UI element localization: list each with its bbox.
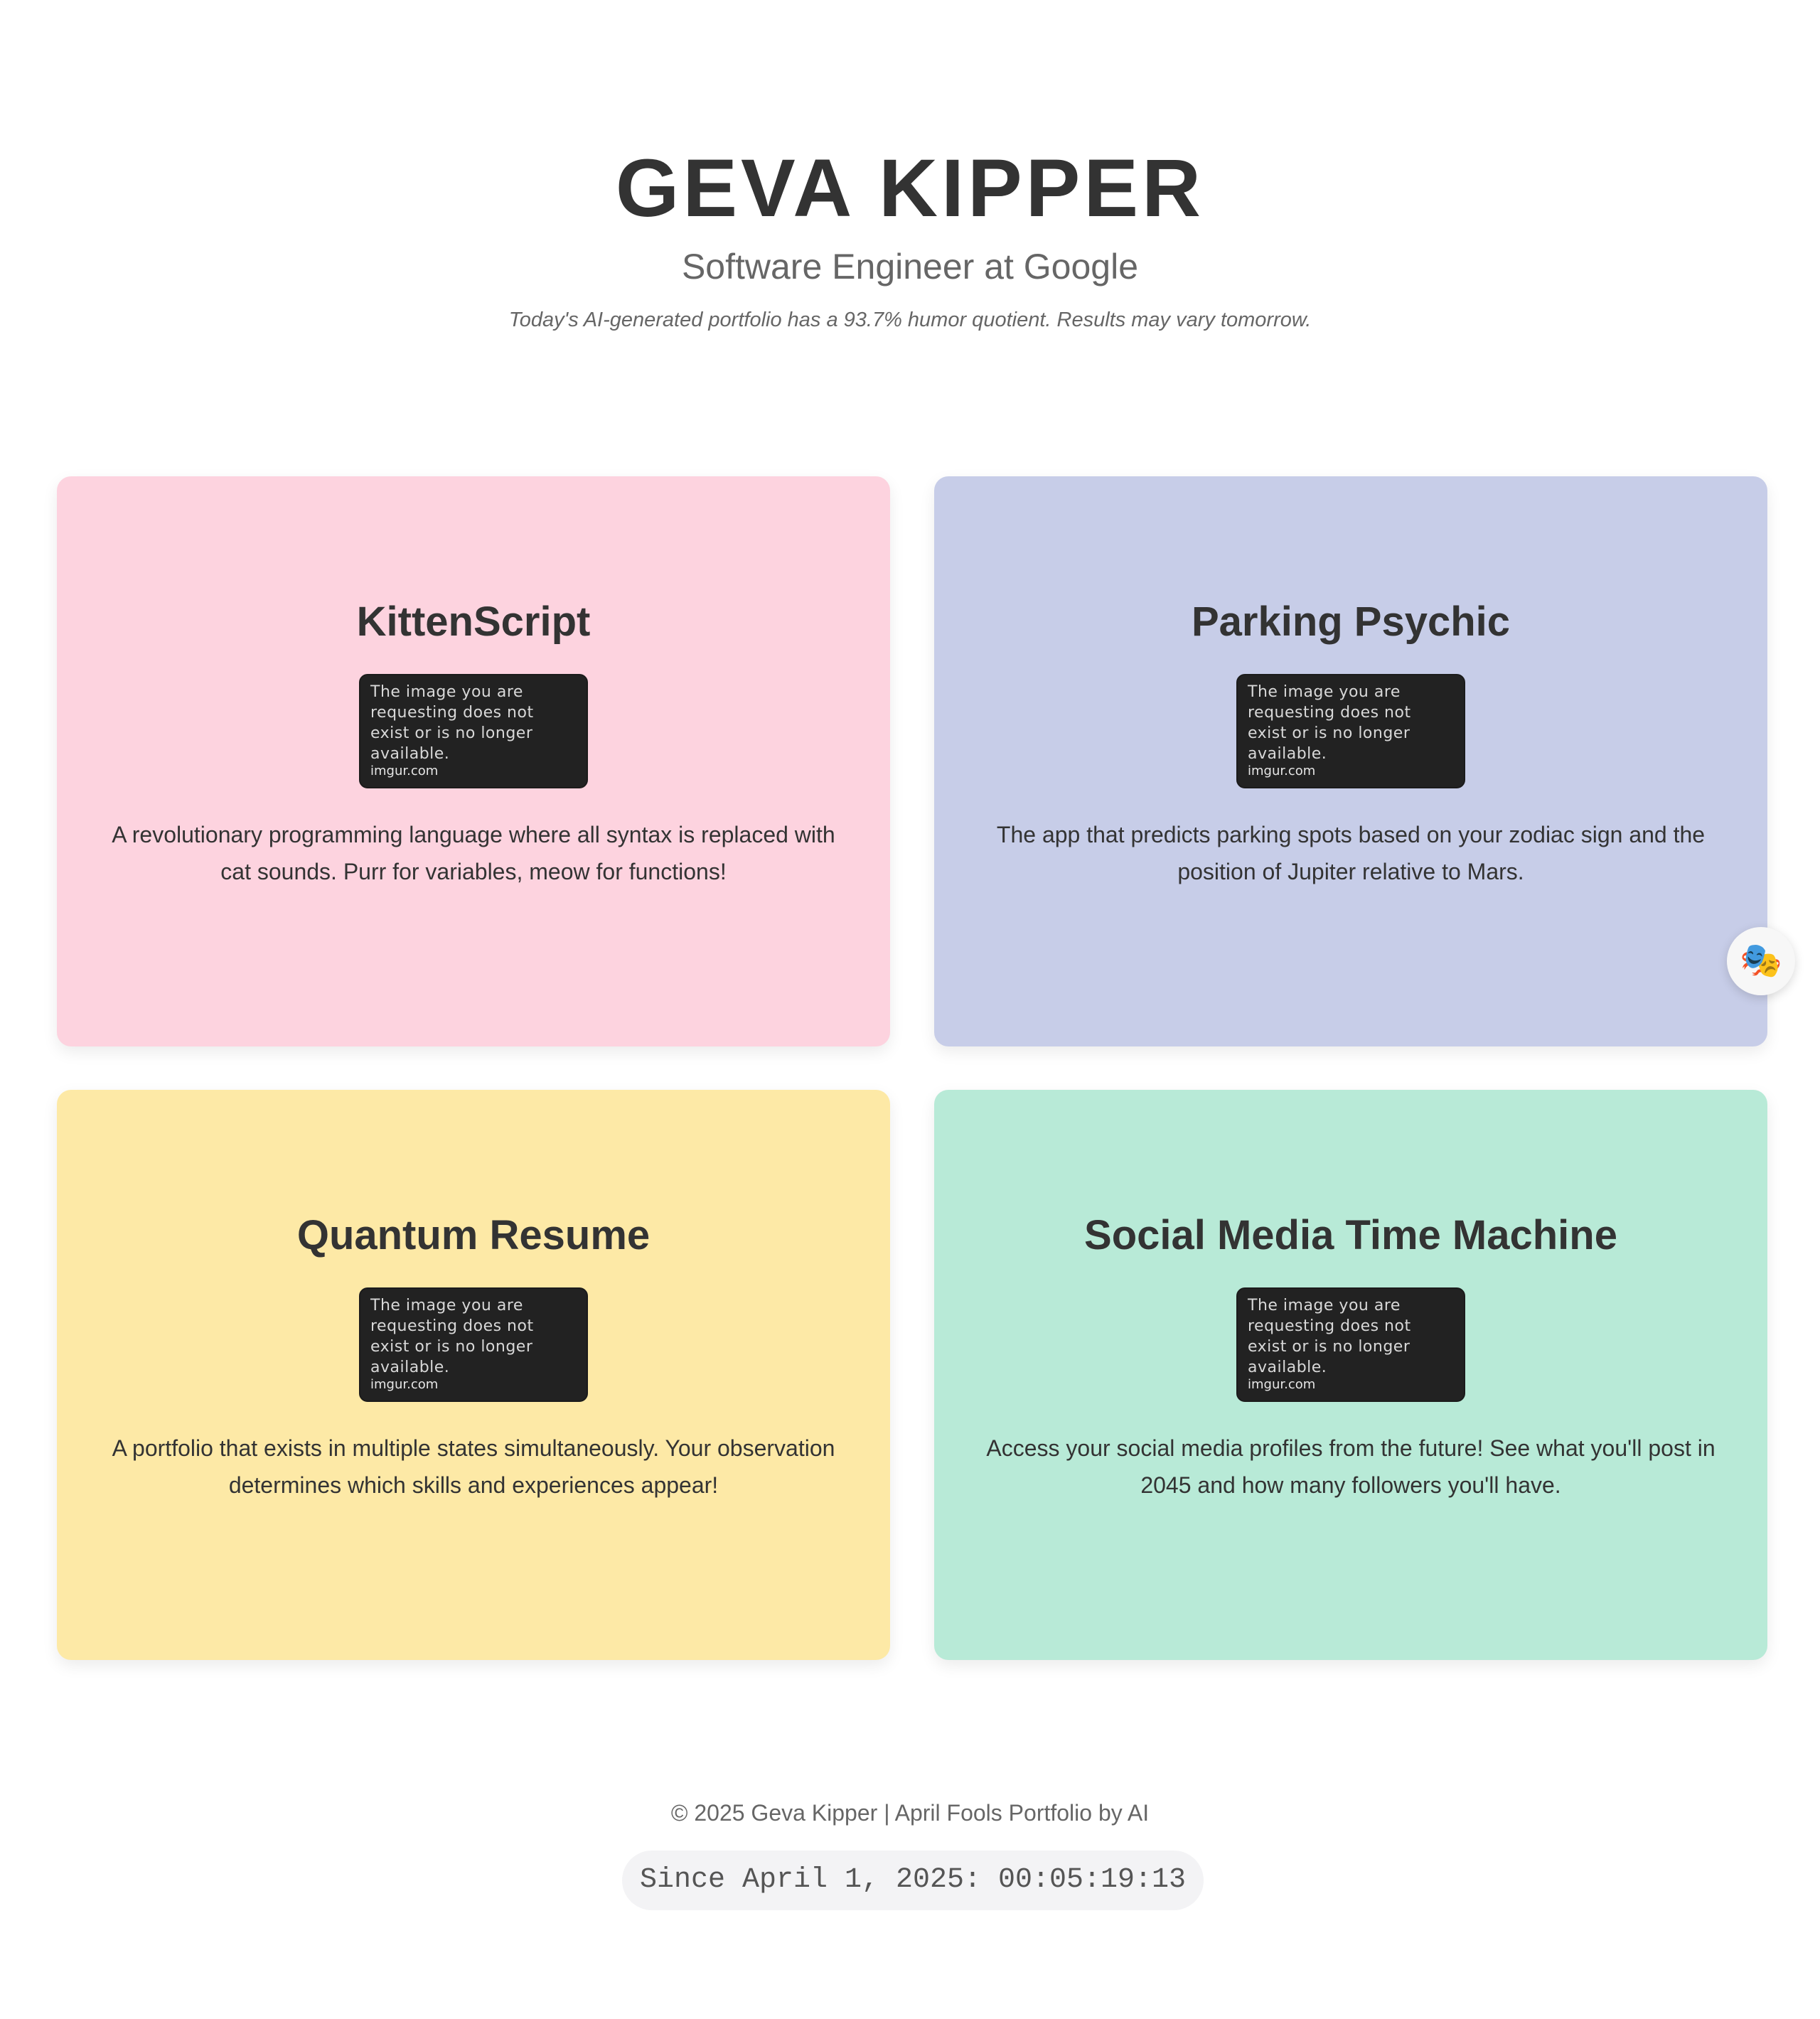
image-source-label: imgur.com [1248, 1377, 1316, 1392]
project-image-placeholder: The image you are requesting does not ex… [359, 1287, 588, 1402]
image-unavailable-message: The image you are requesting does not ex… [370, 1297, 534, 1376]
image-source-label: imgur.com [370, 764, 439, 778]
project-title: Social Media Time Machine [1084, 1212, 1617, 1258]
image-source-label: imgur.com [370, 1377, 439, 1392]
project-image-placeholder: The image you are requesting does not ex… [1236, 674, 1465, 788]
project-title: Quantum Resume [296, 1212, 651, 1258]
project-card-parking-psychic[interactable]: Parking Psychic The image you are reques… [934, 476, 1767, 1046]
theater-masks-button[interactable]: 🎭 [1727, 927, 1795, 995]
page-title: GEVA KIPPER [615, 143, 1205, 234]
theater-masks-icon: 🎭 [1740, 942, 1782, 980]
image-unavailable-message: The image you are requesting does not ex… [1248, 683, 1411, 763]
project-card-social-media-time-machine[interactable]: Social Media Time Machine The image you … [934, 1090, 1767, 1660]
project-title: KittenScript [356, 599, 591, 645]
image-unavailable-message: The image you are requesting does not ex… [1248, 1297, 1411, 1376]
image-unavailable-message: The image you are requesting does not ex… [370, 683, 534, 763]
project-description: A portfolio that exists in multiple stat… [112, 1435, 835, 1498]
project-description: Access your social media profiles from t… [986, 1435, 1715, 1498]
project-description: The app that predicts parking spots base… [996, 822, 1706, 884]
project-card-kittenscript[interactable]: KittenScript The image you are requestin… [57, 476, 890, 1046]
job-subtitle: Software Engineer at Google [681, 247, 1139, 286]
image-source-label: imgur.com [1248, 764, 1316, 778]
project-card-quantum-resume[interactable]: Quantum Resume The image you are request… [57, 1090, 890, 1660]
project-title: Parking Psychic [1191, 599, 1511, 645]
footer-copyright: © 2025 Geva Kipper | April Fools Portfol… [670, 1800, 1150, 1826]
project-image-placeholder: The image you are requesting does not ex… [1236, 1287, 1465, 1402]
project-image-placeholder: The image you are requesting does not ex… [359, 674, 588, 788]
humor-tagline: Today's AI-generated portfolio has a 93.… [508, 309, 1312, 331]
project-description: A revolutionary programming language whe… [112, 822, 835, 884]
elapsed-time-counter: Since April 1, 2025: 00:05:19:13 [622, 1851, 1204, 1910]
